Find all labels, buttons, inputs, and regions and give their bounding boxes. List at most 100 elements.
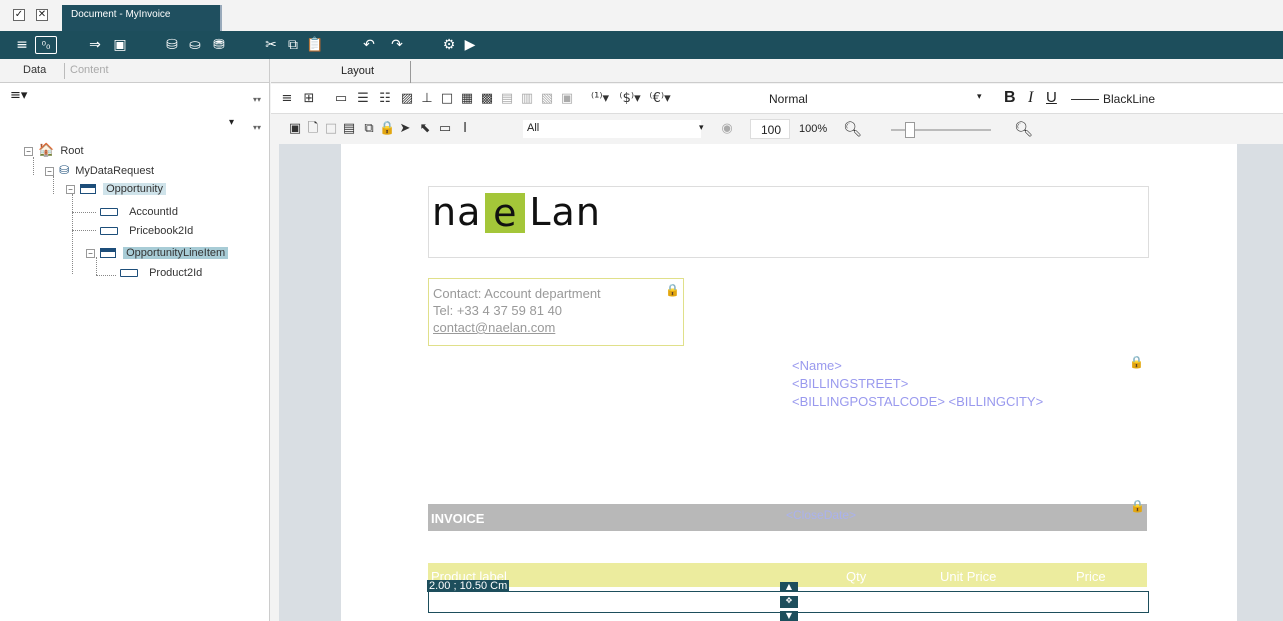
field-icon xyxy=(120,269,138,278)
menu-icon[interactable]: ≡ xyxy=(14,36,30,54)
paragraph-icon[interactable]: ☰ xyxy=(355,91,371,107)
logo-e-box: e xyxy=(485,192,526,233)
align-right-icon[interactable]: ▧ xyxy=(539,91,555,107)
undo-icon[interactable]: ↶ xyxy=(360,36,378,54)
tree-node-pricebook2id[interactable]: Pricebook2Id xyxy=(100,223,196,239)
tree-connector xyxy=(53,176,54,194)
collapse-icon[interactable]: − xyxy=(45,166,54,176)
panel-tabs: Data Content xyxy=(0,59,269,83)
lock-icon[interactable]: 🔒 xyxy=(379,121,395,137)
address-block[interactable]: <Name> <BILLINGSTREET> <BILLINGPOSTALCOD… xyxy=(792,357,1043,411)
filter-options-icon[interactable]: ▾▾ xyxy=(253,123,261,132)
lock-icon: 🔒 xyxy=(1130,499,1145,513)
tree-node-opportunitylineitem[interactable]: − OpportunityLineItem xyxy=(86,245,229,261)
chevron-down-icon[interactable]: ▾ xyxy=(977,92,982,102)
tree-node-label: Pricebook2Id xyxy=(129,225,194,237)
tree-node-accountid[interactable]: AccountId xyxy=(100,204,181,220)
collapse-icon[interactable]: − xyxy=(66,184,75,194)
menu-icon[interactable]: ≡ xyxy=(279,91,295,107)
text-box-icon[interactable]: Ⅰ xyxy=(457,121,473,137)
refresh-data-icon[interactable]: ⛃ xyxy=(210,36,228,54)
line-style-label: BlackLine xyxy=(1103,92,1156,106)
resize-down-handle[interactable]: ▼ xyxy=(780,611,798,621)
select-area-icon[interactable]: ⬉ xyxy=(417,121,433,137)
zoom-in-icon[interactable]: 🔍︎ xyxy=(1014,121,1033,137)
zoom-slider-thumb[interactable] xyxy=(905,122,915,138)
italic-button[interactable]: I xyxy=(1028,89,1033,107)
layout-tab-row: Layout xyxy=(271,59,1283,83)
dollar-variable-icon[interactable]: ⁽$⁾▾ xyxy=(617,91,643,107)
table-insert-icon[interactable]: ▦ xyxy=(459,91,475,107)
database-icon[interactable]: ⛀ xyxy=(186,36,204,54)
text-field-icon[interactable]: ▭ xyxy=(333,91,349,107)
image-icon[interactable]: ▨ xyxy=(399,91,415,107)
tree-node-opportunity[interactable]: − Opportunity xyxy=(66,181,166,197)
contact-block[interactable]: Contact: Account department Tel: +33 4 3… xyxy=(428,278,684,346)
barcode-icon[interactable]: ▩ xyxy=(479,91,495,107)
data-view-icon[interactable]: ⁰₀ xyxy=(35,36,57,54)
contact-email: contact@naelan.com xyxy=(433,320,556,335)
open-icon[interactable]: ⇒ xyxy=(86,36,104,54)
list-icon[interactable]: ☷ xyxy=(377,91,393,107)
pointer-icon[interactable]: ➤ xyxy=(397,121,413,137)
close-icon[interactable]: ✕ xyxy=(36,9,48,21)
table-icon xyxy=(100,248,117,259)
logo-text-right: Lan xyxy=(529,190,601,234)
tab-divider xyxy=(410,61,411,83)
move-handle-icon[interactable]: ✥ xyxy=(780,596,798,608)
variable-icon[interactable]: ⁽¹⁾▾ xyxy=(587,91,613,107)
eye-icon[interactable]: ◉ xyxy=(719,121,735,137)
style-select[interactable]: Normal xyxy=(764,89,994,109)
zoom-input[interactable]: 100 xyxy=(750,119,790,139)
underline-button[interactable]: U xyxy=(1046,89,1057,106)
grid-icon[interactable]: ⊞ xyxy=(301,91,317,107)
tab-layout[interactable]: Layout xyxy=(341,65,374,77)
paste-icon[interactable]: 📋 xyxy=(306,36,324,54)
tab-content[interactable]: Content xyxy=(70,64,109,76)
collapse-icon[interactable]: − xyxy=(24,146,33,156)
document-tab[interactable]: Document - MyInvoice xyxy=(62,5,222,31)
zoom-out-icon[interactable]: 🔍︎ xyxy=(843,121,862,137)
settings-icon[interactable]: ⚙ xyxy=(440,36,458,54)
align-left-icon[interactable]: ▤ xyxy=(499,91,515,107)
line-style-select[interactable]: BlackLine xyxy=(1071,92,1155,106)
panel-menu-icon[interactable]: ≡▾ xyxy=(10,88,27,103)
line-icon[interactable]: ⊥ xyxy=(419,91,435,107)
invoice-header[interactable]: INVOICE <CloseDate> xyxy=(428,504,1147,531)
tree-node-root[interactable]: − 🏠 Root xyxy=(24,143,87,159)
group-icon[interactable]: ⧉ xyxy=(361,121,377,137)
rectangle-icon[interactable]: □ xyxy=(439,91,455,107)
panel-options-icon[interactable]: ▾▾ xyxy=(253,95,261,104)
comment-icon[interactable]: ▭ xyxy=(437,121,453,137)
align-center-icon[interactable]: ▥ xyxy=(519,91,535,107)
tree-node-request[interactable]: − ⛁ MyDataRequest xyxy=(45,162,157,178)
distribute-icon[interactable]: ▣ xyxy=(559,91,575,107)
tab-data[interactable]: Data xyxy=(23,64,46,76)
address-name: <Name> xyxy=(792,358,842,373)
bold-button[interactable]: B xyxy=(1004,89,1016,107)
blank-icon[interactable]: □ xyxy=(323,121,339,137)
page-view-icon[interactable]: ▣ xyxy=(287,121,303,137)
tree-node-product2id[interactable]: Product2Id xyxy=(120,265,205,281)
filter-dropdown-icon[interactable]: ▾ xyxy=(229,117,234,128)
field-icon xyxy=(100,227,118,236)
chevron-down-icon[interactable]: ▾ xyxy=(699,123,704,133)
tree-connector xyxy=(33,157,34,175)
redo-icon[interactable]: ↷ xyxy=(388,36,406,54)
home-icon: 🏠 xyxy=(38,143,55,158)
cursor-position-label: 2.00 ; 10.50 Cm xyxy=(427,580,510,592)
resize-up-handle[interactable]: ▲ xyxy=(780,582,798,592)
save-icon[interactable]: ▣ xyxy=(111,36,129,54)
run-icon[interactable]: ▶ xyxy=(462,36,478,54)
object-filter-select[interactable]: All xyxy=(523,120,701,138)
euro-variable-icon[interactable]: ⁽€⁾▾ xyxy=(647,91,673,107)
zoom-fit-button[interactable]: 100% xyxy=(799,123,827,135)
cut-icon[interactable]: ✂ xyxy=(262,36,280,54)
frame-icon[interactable]: ▤ xyxy=(341,121,357,137)
copy-icon[interactable]: ⧉ xyxy=(284,36,302,54)
checkbox-icon[interactable]: ✓ xyxy=(13,9,25,21)
collapse-icon[interactable]: − xyxy=(86,248,95,258)
document-icon[interactable]: 🗋 xyxy=(305,121,321,137)
export-icon[interactable]: ⛁ xyxy=(163,36,181,54)
col-price: Price xyxy=(1076,569,1106,584)
